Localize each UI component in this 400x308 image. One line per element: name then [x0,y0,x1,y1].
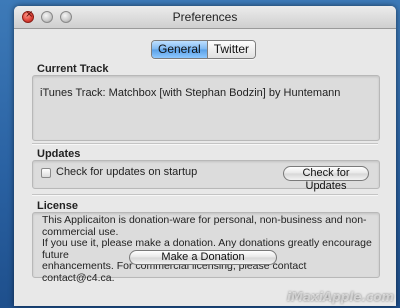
updates-checkbox[interactable] [41,168,51,178]
make-donation-button[interactable]: Make a Donation [129,250,277,265]
tab-bar: General Twitter [151,40,257,59]
tab-twitter[interactable]: Twitter [206,41,256,58]
license-header: License [37,200,78,212]
divider [32,143,378,145]
check-for-updates-button[interactable]: Check for Updates [283,166,369,192]
current-track-value: iTunes Track: Matchbox [with Stephan Bod… [40,87,341,99]
updates-checkbox-label[interactable]: Check for updates on startup [56,166,197,178]
preferences-window: Preferences General Twitter Current Trac… [14,6,396,306]
watermark-logo: iMaxiApple.com [286,290,394,304]
updates-header: Updates [37,148,81,160]
updates-box: Check for updates on startup Check for U… [32,160,380,192]
title-bar[interactable]: Preferences [14,6,396,29]
window-title: Preferences [172,10,238,24]
license-line: This Applicaiton is donation-ware for pe… [42,214,367,238]
tab-general[interactable]: General [152,41,207,58]
divider [32,194,378,196]
current-track-box: iTunes Track: Matchbox [with Stephan Bod… [32,75,380,141]
current-track-header: Current Track [37,63,109,75]
